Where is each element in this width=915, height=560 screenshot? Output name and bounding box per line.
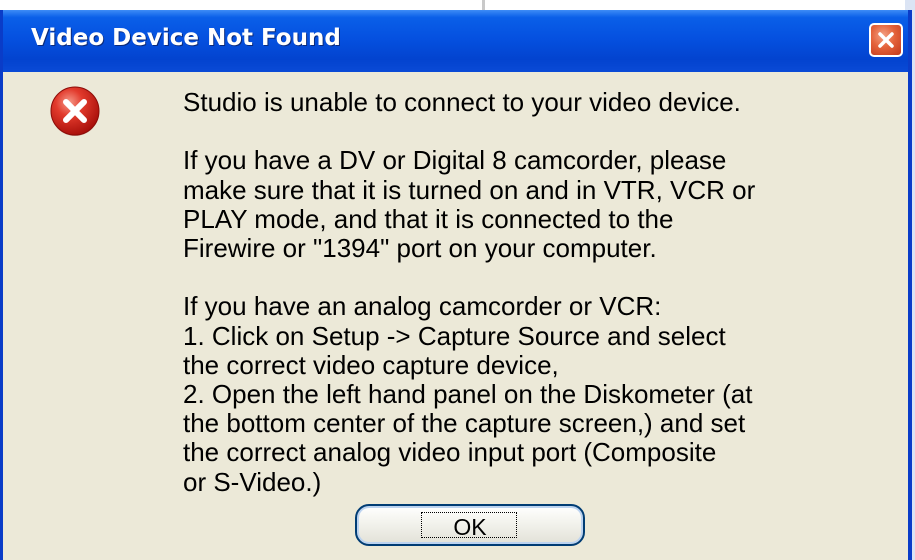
dialog-message: Studio is unable to connect to your vide… bbox=[183, 87, 883, 497]
error-icon bbox=[50, 86, 100, 136]
message-paragraph-analog: If you have an analog camcorder or VCR: … bbox=[183, 292, 883, 496]
dialog-title: Video Device Not Found bbox=[31, 25, 341, 51]
message-line: If you have a DV or Digital 8 camcorder,… bbox=[183, 145, 727, 176]
message-line: 2. Open the left hand panel on the Disko… bbox=[183, 379, 753, 409]
message-line: or S-Video.) bbox=[183, 466, 322, 497]
message-line: the correct analog video input port (Com… bbox=[183, 437, 717, 468]
message-line: the bottom center of the capture screen,… bbox=[183, 408, 746, 439]
ok-button-label: OK bbox=[453, 514, 487, 540]
title-bar[interactable]: Video Device Not Found bbox=[3, 10, 908, 72]
message-line: PLAY mode, and that it is connected to t… bbox=[183, 203, 674, 234]
message-line: 1. Click on Setup -> Capture Source and … bbox=[183, 320, 726, 351]
message-paragraph-dv: If you have a DV or Digital 8 camcorder,… bbox=[183, 146, 883, 263]
ok-button[interactable]: OK bbox=[355, 504, 585, 546]
close-button[interactable] bbox=[869, 23, 903, 57]
message-line: the correct video capture device, bbox=[183, 349, 559, 380]
message-line: make sure that it is turned on and in VT… bbox=[183, 174, 756, 205]
error-dialog: Video Device Not Found Studio is unable … bbox=[0, 10, 912, 560]
message-line: If you have an analog camcorder or VCR: bbox=[183, 291, 662, 322]
message-line: Studio is unable to connect to your vide… bbox=[183, 87, 741, 117]
message-line: Firewire or "1394" port on your computer… bbox=[183, 233, 657, 263]
close-icon bbox=[878, 32, 894, 48]
